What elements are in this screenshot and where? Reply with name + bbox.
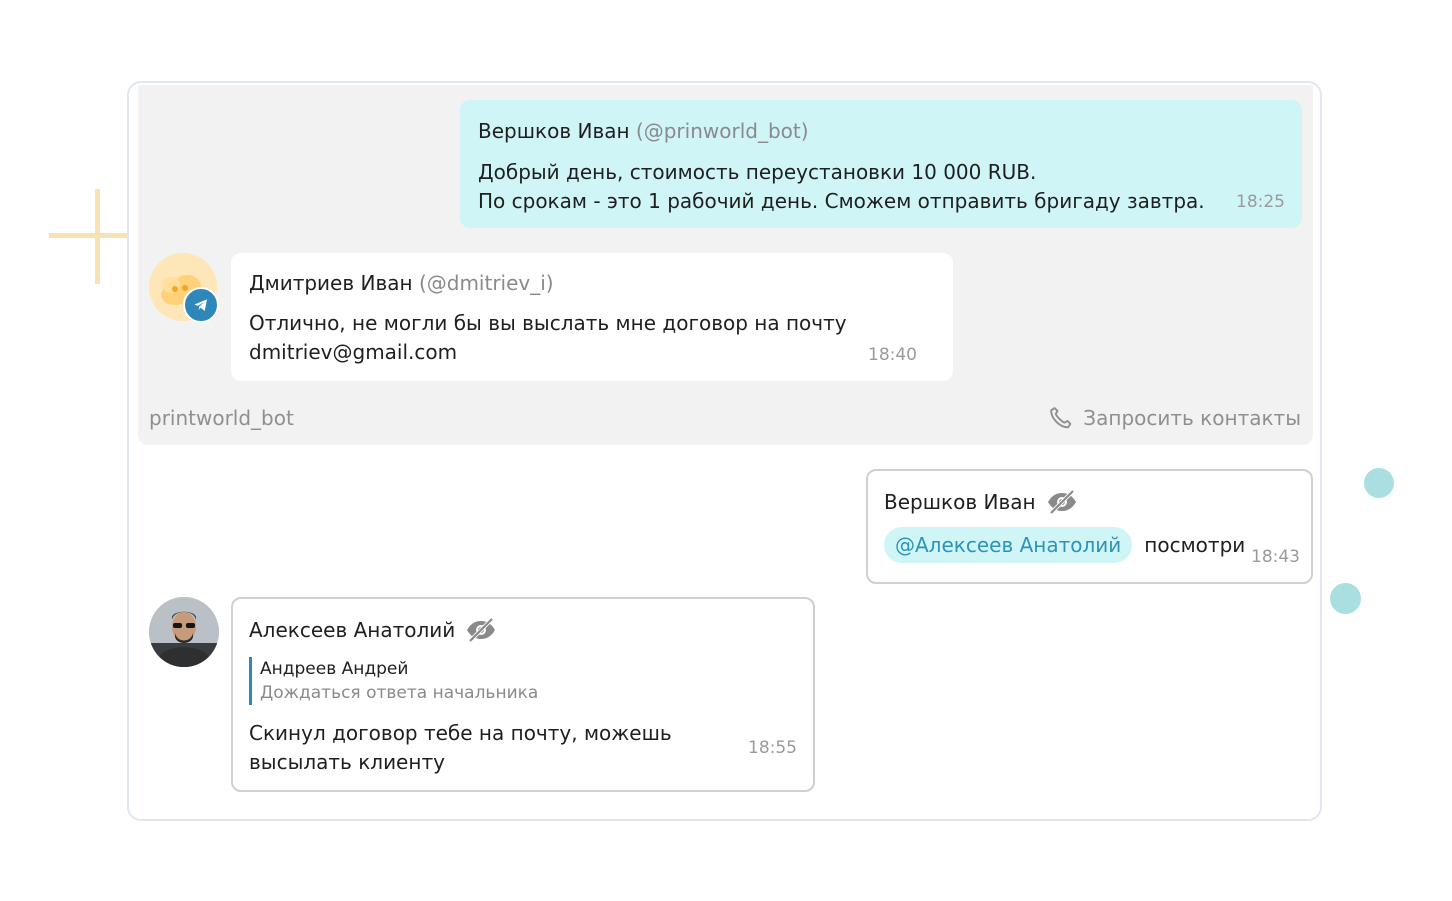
message-text: посмотри: [1144, 533, 1246, 557]
author-name: Дмитриев Иван: [249, 271, 413, 295]
chat-screen: Вершков Иван (@prinworld_bot) Добрый ден…: [0, 0, 1452, 901]
message-time: 18:40: [868, 345, 917, 365]
message-internal[interactable]: Алексеев Анатолий Андреев Андрей Дождать…: [231, 597, 815, 792]
message-outgoing[interactable]: Вершков Иван (@prinworld_bot) Добрый ден…: [460, 100, 1302, 228]
message-line: По срокам - это 1 рабочий день. Сможем о…: [478, 189, 1205, 213]
author-name: Вершков Иван: [478, 119, 630, 143]
decorative-dot: [1330, 583, 1361, 614]
message-incoming[interactable]: Дмитриев Иван (@dmitriev_i) Отлично, не …: [231, 253, 953, 381]
message-internal[interactable]: Вершков Иван @Алексеев Анатолий посмотри…: [866, 469, 1313, 584]
bot-name-label: printworld_bot: [149, 406, 294, 430]
decorative-dot: [1364, 468, 1394, 498]
author-handle: (@prinworld_bot): [635, 119, 809, 143]
message-text: Отлично, не могли бы вы выслать мне дого…: [249, 309, 935, 367]
eye-off-icon: [467, 617, 496, 643]
user-photo: [149, 597, 219, 667]
request-contacts-button[interactable]: Запросить контакты: [1047, 404, 1301, 432]
message-line: Добрый день, стоимость переустановки 10 …: [478, 160, 1037, 184]
author-handle: (@dmitriev_i): [418, 271, 554, 295]
quote-text: Дождаться ответа начальника: [260, 683, 539, 703]
message-text: Скинул договор тебе на почту, можешь выс…: [249, 721, 672, 774]
message-body: @Алексеев Анатолий посмотри: [884, 527, 1295, 563]
message-time: 18:43: [1251, 547, 1300, 567]
message-author: Вершков Иван (@prinworld_bot): [478, 118, 1284, 144]
message-author: Вершков Иван: [884, 489, 1295, 515]
message-time: 18:25: [1236, 192, 1285, 212]
author-name: Вершков Иван: [884, 490, 1036, 514]
quoted-message[interactable]: Андреев Андрей Дождаться ответа начальни…: [249, 657, 797, 705]
message-text: Добрый день, стоимость переустановки 10 …: [478, 158, 1284, 216]
quote-author: Андреев Андрей: [260, 659, 409, 679]
message-time: 18:55: [748, 738, 797, 758]
message-author: Алексеев Анатолий: [249, 617, 797, 643]
message-line: Отлично, не могли бы вы выслать мне дого…: [249, 311, 847, 335]
message-line: dmitriev@gmail.com: [249, 340, 458, 364]
request-contacts-label: Запросить контакты: [1083, 406, 1301, 430]
avatar[interactable]: [149, 597, 219, 667]
phone-icon: [1050, 407, 1072, 429]
eye-off-icon: [1047, 489, 1076, 515]
decorative-cross: [49, 233, 127, 238]
mention-chip[interactable]: @Алексеев Анатолий: [884, 527, 1133, 563]
author-name: Алексеев Анатолий: [249, 618, 456, 642]
telegram-icon: [183, 287, 219, 323]
message-author: Дмитриев Иван (@dmitriev_i): [249, 270, 935, 296]
